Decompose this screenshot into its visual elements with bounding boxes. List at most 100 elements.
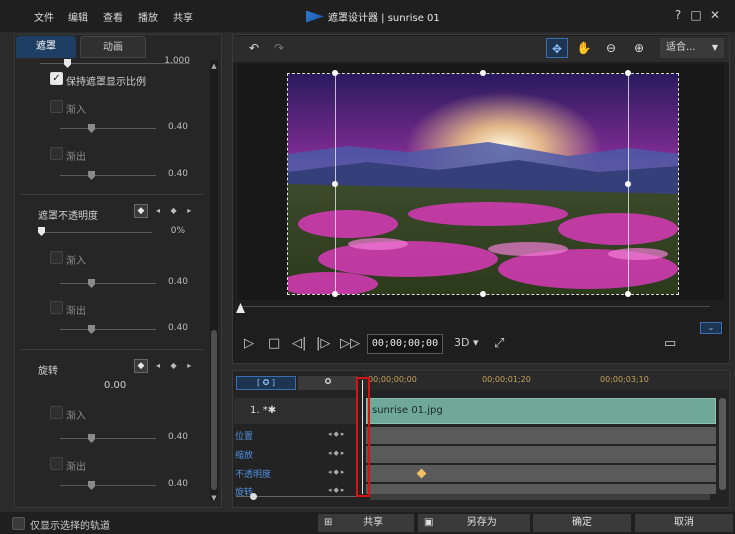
playhead-highlight [356, 377, 370, 497]
resize-handle[interactable] [625, 291, 631, 297]
move-tool-icon[interactable]: ✥ [546, 38, 568, 58]
attr-track-scale[interactable] [366, 446, 716, 463]
menu-file[interactable]: 文件 [34, 9, 54, 24]
resize-handle[interactable] [480, 291, 486, 297]
resize-handle[interactable] [625, 181, 631, 187]
fade-in-label: 渐入 [66, 105, 86, 116]
fade-in-checkbox-2[interactable] [50, 251, 63, 264]
resize-handle[interactable] [332, 291, 338, 297]
clip-label: sunrise 01.jpg [372, 405, 443, 416]
fade-out-slider-track-3[interactable] [60, 485, 156, 486]
resize-handle[interactable] [332, 181, 338, 187]
timeline-ruler[interactable] [362, 372, 728, 390]
next-frame-icon[interactable]: |▷ [316, 336, 330, 351]
help-button[interactable]: ? [670, 7, 686, 23]
keyframe-nav-icon[interactable]: ◂ ◆ ▸ [156, 206, 195, 215]
fade-in-slider-track-3[interactable] [60, 438, 156, 439]
fade-in-value-3: 0.40 [167, 432, 188, 442]
timeline-keyframe-view-button[interactable]: ✪ [298, 376, 358, 390]
timeline-zoom-knob[interactable] [250, 493, 257, 500]
timecode-display[interactable]: 00;00;00;00 [367, 334, 443, 354]
chevron-down-icon[interactable]: ⌄ [700, 322, 722, 334]
resize-handle[interactable] [332, 70, 338, 76]
menu-edit[interactable]: 编辑 [68, 9, 88, 24]
undo-icon[interactable]: ↶ [243, 38, 265, 58]
chevron-down-icon: ▼ [711, 43, 718, 52]
keyframe-nav-icon[interactable]: ◂ ◆ ▸ [156, 361, 195, 370]
scroll-up-icon[interactable]: ▲ [209, 62, 219, 70]
resize-handle[interactable] [625, 70, 631, 76]
menu-play[interactable]: 播放 [138, 9, 158, 24]
timeline-track-view-button[interactable]: [ ✪ ] [236, 376, 296, 390]
fast-forward-icon[interactable]: ▷▷ [340, 336, 360, 351]
attr-track-position[interactable] [366, 427, 716, 444]
tab-mask[interactable]: 遮罩 [16, 36, 76, 58]
keep-ratio-checkbox[interactable]: ✓ [50, 72, 63, 85]
asterisk-icon: ✱ [267, 405, 277, 416]
show-selected-checkbox[interactable] [12, 517, 25, 530]
resize-handle[interactable] [480, 70, 486, 76]
ruler-label: 00;00;00;00 [368, 375, 417, 384]
keyframe-nav-icon[interactable]: ◂◆▸ [328, 449, 346, 457]
menu-share[interactable]: 共享 [173, 9, 193, 24]
redo-icon[interactable]: ↷ [268, 38, 290, 58]
save-as-button[interactable]: ▣ 另存为 [418, 514, 530, 532]
fade-out-label: 渐出 [66, 152, 86, 163]
maximize-button[interactable]: □ [688, 7, 704, 23]
fade-out-checkbox[interactable] [50, 147, 63, 160]
properties-panel [14, 34, 222, 508]
attr-track-rotate[interactable] [366, 484, 716, 494]
timeline-horizontal-scrollbar[interactable] [370, 494, 710, 500]
hand-tool-icon[interactable]: ✋ [573, 38, 595, 58]
fade-out-value: 0.40 [167, 169, 188, 179]
mask-image[interactable] [287, 73, 679, 295]
close-button[interactable]: ✕ [707, 7, 723, 23]
stop-icon[interactable]: □ [268, 336, 280, 351]
fade-in-slider-track[interactable] [60, 128, 156, 129]
share-icon: ⊞ [324, 517, 333, 528]
timeline-vertical-scrollbar[interactable] [719, 398, 726, 490]
ok-button[interactable]: 确定 [533, 514, 631, 532]
fade-in-slider-track-2[interactable] [60, 283, 156, 284]
fade-out-checkbox-2[interactable] [50, 301, 63, 314]
fade-out-slider-track[interactable] [60, 175, 156, 176]
fade-in-checkbox[interactable] [50, 100, 63, 113]
divider [20, 349, 204, 350]
opacity-slider-track[interactable] [40, 232, 152, 233]
rotate-label: 旋转 [38, 366, 58, 377]
zoom-out-icon[interactable]: ⊖ [600, 38, 622, 58]
add-keyframe-icon[interactable]: ◆ [134, 359, 148, 373]
share-button[interactable]: ⊞ 共享 [318, 514, 414, 532]
preview-toolbar [233, 36, 729, 62]
fade-out-checkbox-3[interactable] [50, 457, 63, 470]
fade-in-value-2: 0.40 [167, 277, 188, 287]
keyframe-nav-icon[interactable]: ◂◆▸ [328, 430, 346, 438]
scroll-down-icon[interactable]: ▼ [209, 494, 219, 502]
add-keyframe-icon[interactable]: ◆ [134, 204, 148, 218]
fade-out-slider-track-2[interactable] [60, 329, 156, 330]
cancel-button[interactable]: 取消 [635, 514, 733, 532]
fade-out-label-2: 渐出 [66, 306, 86, 317]
attr-position[interactable]: 位置 [235, 429, 253, 442]
window-title: 遮罩设计器 | sunrise 01 [306, 9, 440, 24]
play-icon[interactable]: ▷ [244, 336, 254, 351]
attr-opacity[interactable]: 不透明度 [235, 467, 271, 480]
left-scrollbar-thumb[interactable] [211, 330, 217, 490]
zoom-select[interactable]: 适合... ▼ [660, 38, 724, 58]
attr-scale[interactable]: 缩放 [235, 448, 253, 461]
zoom-in-icon[interactable]: ⊕ [628, 38, 650, 58]
snapshot-icon[interactable]: ▭ [664, 336, 676, 351]
save-icon: ▣ [424, 517, 434, 528]
fullscreen-icon[interactable]: ⤢ [494, 336, 504, 351]
opacity-value: 0% [170, 226, 185, 236]
preview-scrubber[interactable] [238, 306, 710, 307]
3d-mode-button[interactable]: 3D ▾ [454, 336, 479, 349]
fade-out-value-3: 0.40 [167, 479, 188, 489]
previous-frame-icon[interactable]: ◁| [292, 336, 306, 351]
fade-in-checkbox-3[interactable] [50, 406, 63, 419]
tab-animation[interactable]: 动画 [80, 36, 146, 58]
ruler-label: 00;00;03;10 [600, 375, 649, 384]
keyframe-nav-icon[interactable]: ◂◆▸ [328, 468, 346, 476]
keyframe-nav-icon[interactable]: ◂◆▸ [328, 486, 346, 494]
menu-view[interactable]: 查看 [103, 9, 123, 24]
